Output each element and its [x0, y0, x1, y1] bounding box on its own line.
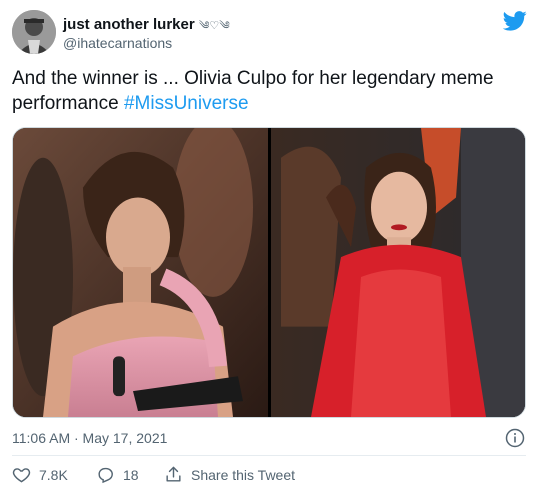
photo-left[interactable] — [13, 128, 268, 417]
share-label: Share this Tweet — [191, 466, 296, 483]
photo-right[interactable] — [271, 128, 525, 417]
user-handle[interactable]: @ihatecarnations — [63, 35, 172, 51]
avatar[interactable] — [12, 10, 56, 54]
twitter-bird-icon[interactable] — [502, 11, 527, 31]
heart-icon — [12, 468, 31, 483]
hashtag-link[interactable]: #MissUniverse — [124, 93, 249, 114]
tweet-card: just another lurker ༄♡༄ @ihatecarnations… — [0, 0, 538, 489]
display-name-text: just another lurker — [63, 16, 195, 33]
like-count: 7.8K — [39, 466, 68, 483]
media-grid — [12, 127, 526, 418]
tweet-timestamp[interactable]: 11:06 AM · May 17, 2021 — [12, 430, 167, 446]
reply-button[interactable]: 18 — [96, 465, 139, 484]
like-button[interactable]: 7.8K — [12, 465, 68, 484]
reply-icon — [98, 467, 113, 484]
tweet-body: And the winner is ... Olivia Culpo for h… — [12, 68, 494, 114]
name-emoji: ༄♡༄ — [198, 20, 230, 32]
divider — [12, 455, 526, 456]
share-icon — [166, 466, 181, 482]
info-icon[interactable] — [505, 428, 525, 448]
share-button[interactable]: Share this Tweet — [164, 465, 295, 484]
tweet-text: And the winner is ... Olivia Culpo for h… — [12, 66, 522, 116]
reply-count: 18 — [123, 466, 139, 483]
